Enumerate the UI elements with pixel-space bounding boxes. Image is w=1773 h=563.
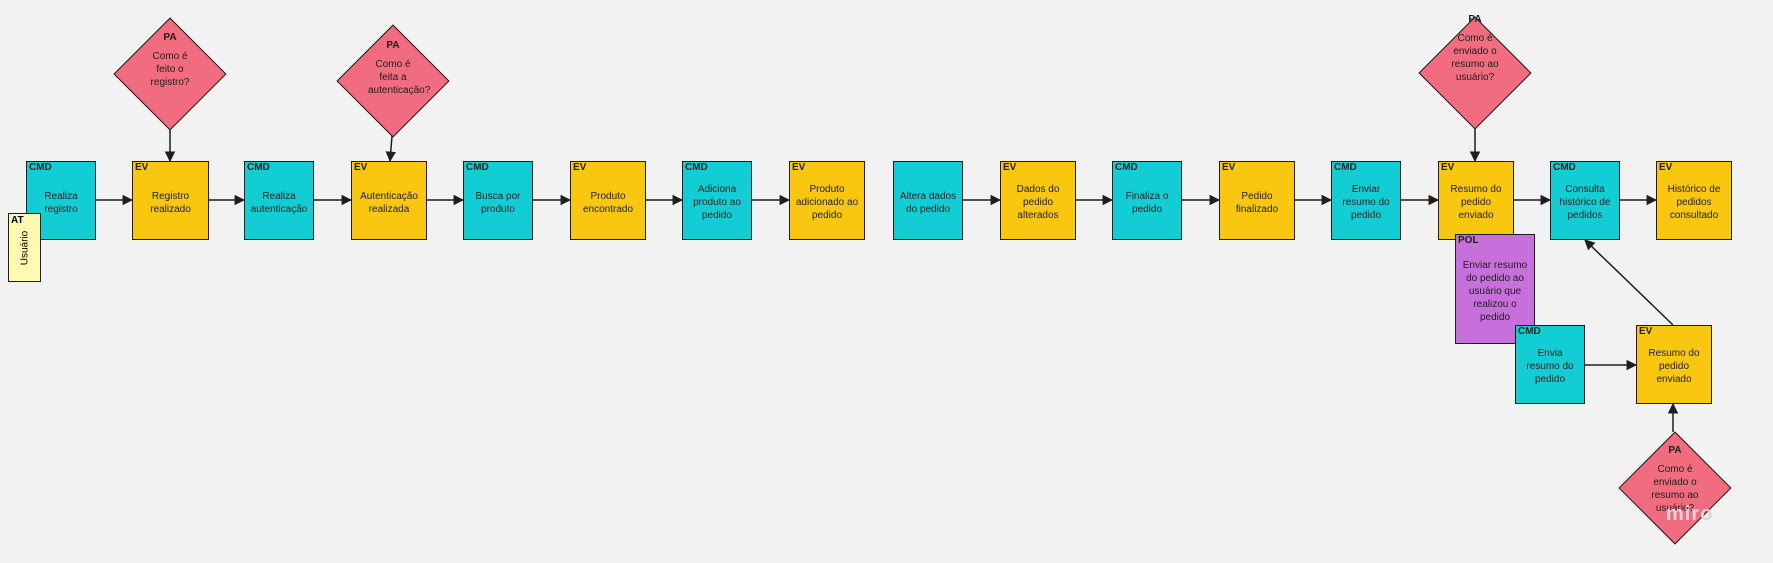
note-text: Realiza registro bbox=[44, 190, 78, 215]
note-tag: EV bbox=[1659, 162, 1673, 173]
connector-arrow-16[interactable] bbox=[385, 135, 396, 163]
note-tag: CMD bbox=[1115, 162, 1138, 173]
question-tag: PA bbox=[386, 40, 400, 51]
question-tag: PA bbox=[163, 32, 177, 43]
event-note-resumo-enviado[interactable]: EV Resumo do pedido enviado bbox=[1438, 161, 1514, 240]
event-note-registro-realizado[interactable]: EV Registro realizado bbox=[132, 161, 209, 240]
note-text: Registro realizado bbox=[150, 190, 191, 215]
note-text: Autenticação realizada bbox=[360, 190, 418, 215]
question-tag: PA bbox=[1468, 14, 1482, 25]
note-text: Enviar resumo do pedido bbox=[1342, 184, 1390, 221]
miro-watermark: miro bbox=[1666, 503, 1714, 525]
note-tag: CMD bbox=[247, 162, 270, 173]
note-tag: EV bbox=[1639, 326, 1653, 337]
note-text: Dados do pedido alterados bbox=[1016, 184, 1060, 221]
note-tag: EV bbox=[573, 162, 587, 173]
note-text: Enviar resumo do pedido ao usuário que r… bbox=[1462, 259, 1528, 323]
question-text: Como é enviado o resumo ao usuário? bbox=[1451, 33, 1499, 83]
note-text: Produto encontrado bbox=[582, 190, 634, 215]
question-tag: PA bbox=[1668, 445, 1682, 456]
note-tag: EV bbox=[1222, 162, 1236, 173]
command-note-enviar-resumo[interactable]: CMD Enviar resumo do pedido bbox=[1331, 161, 1401, 240]
note-text: Altera dados do pedido bbox=[899, 190, 957, 215]
note-tag: EV bbox=[1003, 162, 1017, 173]
command-note-adiciona-produto[interactable]: CMD Adiciona produto ao pedido bbox=[682, 161, 752, 240]
event-storming-board: CMD Realiza registro EV Registro realiza… bbox=[0, 0, 1773, 563]
note-text: Produto adicionado ao pedido bbox=[795, 184, 859, 221]
note-tag: CMD bbox=[29, 162, 52, 173]
event-note-resumo-enviado-branch[interactable]: EV Resumo do pedido enviado bbox=[1636, 325, 1712, 404]
note-text: Realiza autenticação bbox=[250, 190, 308, 215]
note-tag: EV bbox=[135, 162, 149, 173]
note-text: Pedido finalizado bbox=[1235, 190, 1279, 215]
note-tag: EV bbox=[354, 162, 368, 173]
command-note-realiza-autenticacao[interactable]: CMD Realiza autenticação bbox=[244, 161, 314, 240]
note-tag: CMD bbox=[1553, 162, 1576, 173]
note-text: Adiciona produto ao pedido bbox=[693, 184, 741, 221]
event-note-produto-encontrado[interactable]: EV Produto encontrado bbox=[570, 161, 646, 240]
actor-label: Usuário bbox=[19, 230, 30, 265]
connector-arrow-20[interactable] bbox=[1584, 239, 1674, 326]
note-text: Resumo do pedido enviado bbox=[1648, 348, 1700, 385]
note-tag: POL bbox=[1458, 235, 1479, 246]
note-tag: CMD bbox=[1334, 162, 1357, 173]
question-text: Como é feita a autenticação? bbox=[368, 59, 431, 96]
event-note-produto-adicionado[interactable]: EV Produto adicionado ao pedido bbox=[789, 161, 865, 240]
question-label-autenticacao: PA Como é feita a autenticação? bbox=[338, 40, 448, 97]
event-note-dados-alterados[interactable]: EV Dados do pedido alterados bbox=[1000, 161, 1076, 240]
note-tag: EV bbox=[1441, 162, 1455, 173]
actor-tag: AT bbox=[11, 215, 24, 226]
command-note-altera-dados[interactable]: Altera dados do pedido bbox=[893, 161, 963, 240]
command-note-consulta-historico[interactable]: CMD Consulta histórico de pedidos bbox=[1550, 161, 1620, 240]
event-note-pedido-finalizado[interactable]: EV Pedido finalizado bbox=[1219, 161, 1295, 240]
event-note-autenticacao-realizada[interactable]: EV Autenticação realizada bbox=[351, 161, 427, 240]
event-note-historico-consultado[interactable]: EV Histórico de pedidos consultado bbox=[1656, 161, 1732, 240]
question-text: Como é feito o registro? bbox=[150, 51, 190, 88]
note-text: Busca por produto bbox=[475, 190, 521, 215]
note-text: Finaliza o pedido bbox=[1125, 190, 1169, 215]
note-text: Histórico de pedidos consultado bbox=[1667, 184, 1721, 221]
command-note-busca-por-produto[interactable]: CMD Busca por produto bbox=[463, 161, 533, 240]
note-text: Resumo do pedido enviado bbox=[1450, 184, 1502, 221]
note-tag: CMD bbox=[1518, 326, 1541, 337]
note-text: Envia resumo do pedido bbox=[1526, 348, 1574, 385]
note-text: Consulta histórico de pedidos bbox=[1559, 184, 1611, 221]
question-label-registro: PA Como é feito o registro? bbox=[115, 32, 225, 89]
note-tag: EV bbox=[792, 162, 806, 173]
command-note-finaliza-pedido[interactable]: CMD Finaliza o pedido bbox=[1112, 161, 1182, 240]
note-tag: CMD bbox=[685, 162, 708, 173]
command-note-envia-resumo[interactable]: CMD Envia resumo do pedido bbox=[1515, 325, 1585, 404]
question-label-resumo-top: PA Como é enviado o resumo ao usuário? bbox=[1420, 14, 1530, 84]
note-tag: CMD bbox=[466, 162, 489, 173]
actor-note-usuario[interactable]: AT Usuário bbox=[8, 213, 41, 282]
